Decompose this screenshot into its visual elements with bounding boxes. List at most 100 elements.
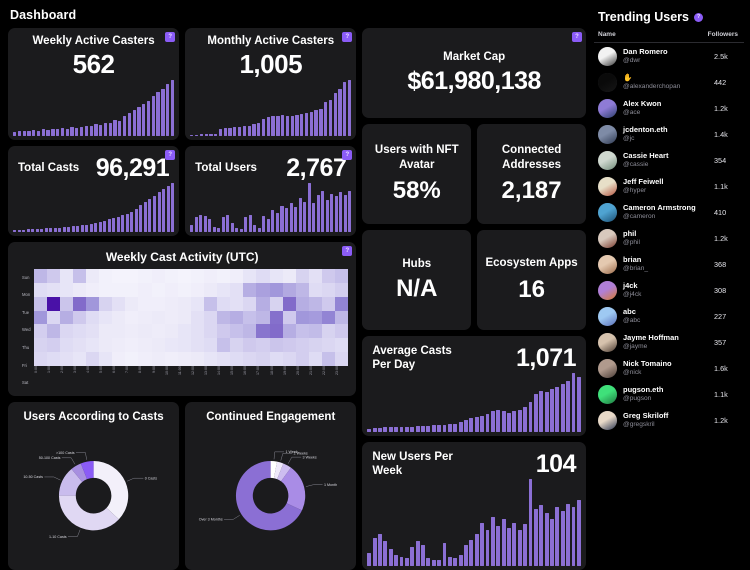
bar bbox=[539, 505, 544, 566]
card-ecosystem-apps[interactable]: Ecosystem Apps 16 bbox=[477, 230, 586, 330]
bar bbox=[480, 415, 485, 432]
avatar[interactable] bbox=[598, 332, 617, 352]
avatar-image bbox=[598, 410, 617, 430]
bar bbox=[490, 411, 495, 432]
help-icon[interactable]: ? bbox=[165, 32, 176, 42]
sidebar-header: Trending Users ? bbox=[594, 8, 744, 31]
heatmap-cell bbox=[295, 269, 309, 283]
bar bbox=[343, 82, 347, 136]
bar bbox=[372, 537, 377, 566]
bar bbox=[576, 499, 581, 566]
bar bbox=[437, 425, 442, 432]
card-monthly-active-casters[interactable]: ? Monthly Active Casters 1,005 bbox=[185, 28, 357, 140]
bar bbox=[32, 129, 36, 136]
help-icon[interactable]: ? bbox=[342, 246, 353, 256]
card-market-cap[interactable]: ? Market Cap $61,980,138 bbox=[362, 28, 586, 118]
card-new-users-per-week[interactable]: New Users Per Week 104 bbox=[362, 442, 586, 570]
bar bbox=[507, 528, 511, 566]
avatar[interactable] bbox=[598, 306, 617, 326]
user-list-item[interactable]: j4ck @j4ck 308 bbox=[594, 277, 744, 303]
user-list-item[interactable]: Greg Skriloff @gregskril 1.2k bbox=[594, 407, 744, 433]
card-weekly-cast-activity[interactable]: ? Weekly Cast Activity (UTC) Sun Mon Tue We… bbox=[8, 242, 357, 396]
card-label: Total Casts bbox=[18, 161, 80, 174]
user-list-item[interactable]: Cassie Heart @cassie 354 bbox=[594, 147, 744, 173]
bar bbox=[550, 389, 554, 432]
help-icon[interactable]: ? bbox=[572, 32, 582, 42]
avatar[interactable] bbox=[598, 280, 617, 300]
avatar-image bbox=[598, 228, 617, 248]
bar bbox=[367, 429, 372, 432]
bar bbox=[372, 427, 377, 432]
user-list-item[interactable]: Jayme Hoffman @jayme 357 bbox=[594, 329, 744, 355]
card-weekly-active-casters[interactable]: ? Weekly Active Casters 562 bbox=[8, 28, 180, 140]
user-name: j4ck bbox=[623, 281, 638, 291]
user-list-item[interactable]: Dan Romero @dwr 2.5k bbox=[594, 43, 744, 69]
bar bbox=[485, 530, 490, 566]
user-list-item[interactable]: abc @abc 227 bbox=[594, 303, 744, 329]
user-list-item[interactable]: ✋ @alexanderchopan 442 bbox=[594, 69, 744, 95]
user-list-item[interactable]: Alex Kwon @ace 1.2k bbox=[594, 95, 744, 121]
user-list-item[interactable]: jcdenton.eth @jc 1.4k bbox=[594, 121, 744, 147]
heatmap-day-label: Wed bbox=[22, 327, 31, 333]
user-list-item[interactable]: Nick Tomaino @nick 1.6k bbox=[594, 355, 744, 381]
bar bbox=[146, 100, 151, 136]
heatmap-cell bbox=[164, 296, 178, 311]
heatmap-row bbox=[33, 310, 349, 325]
heatmap-cell bbox=[243, 269, 257, 283]
help-icon[interactable]: ? bbox=[165, 150, 176, 160]
avatar[interactable] bbox=[598, 228, 617, 248]
trending-users-sidebar: Trending Users ? Name Followers Dan Rome… bbox=[592, 0, 750, 570]
user-list-item[interactable]: Jeff Feiwell @hyper 1.1k bbox=[594, 173, 744, 199]
donut-chart-casts: 0 Casts 1-10 Casts 10-50 Casts 50-100 Casts… bbox=[14, 424, 173, 564]
heatmap-cell bbox=[125, 324, 139, 339]
heatmap-cell bbox=[99, 310, 113, 325]
donut-leader-line bbox=[224, 515, 241, 520]
card-users-with-nft-avatar[interactable]: Users with NFT Avatar 58% bbox=[362, 124, 472, 224]
avatar-image bbox=[598, 306, 617, 326]
heatmap-hour-label: 18:00 bbox=[269, 366, 274, 375]
avatar[interactable] bbox=[598, 410, 617, 430]
heatmap-cell bbox=[164, 310, 178, 325]
card-users-according-to-casts[interactable]: Users According to Casts 0 Casts 1-10 Cas… bbox=[8, 402, 180, 570]
card-total-users[interactable]: ? Total Users 2,767 bbox=[185, 146, 357, 236]
bar bbox=[523, 524, 528, 566]
bar bbox=[566, 381, 571, 432]
donut-slice-label: 3 Weeks bbox=[303, 456, 317, 460]
card-hubs[interactable]: Hubs N/A bbox=[362, 230, 472, 330]
card-connected-addresses[interactable]: Connected Addresses 2,187 bbox=[477, 124, 586, 224]
help-icon[interactable]: ? bbox=[342, 150, 353, 160]
bar bbox=[517, 410, 522, 432]
user-meta: Cassie Heart @cassie bbox=[623, 151, 708, 169]
bar bbox=[576, 377, 581, 432]
avatar[interactable] bbox=[598, 254, 617, 274]
bar bbox=[157, 192, 161, 232]
help-icon[interactable]: ? bbox=[342, 32, 353, 42]
card-continued-engagement[interactable]: Continued Engagement 1 Week 2 Weeks 3 Week… bbox=[185, 402, 357, 570]
help-icon[interactable]: ? bbox=[694, 12, 703, 22]
heatmap-hour-label: 6:00 bbox=[112, 366, 117, 373]
avatar[interactable] bbox=[598, 124, 617, 144]
avatar[interactable] bbox=[598, 98, 617, 118]
avatar[interactable] bbox=[598, 46, 617, 66]
avatar[interactable] bbox=[598, 150, 617, 170]
bar bbox=[314, 110, 318, 136]
heatmap-cell bbox=[295, 338, 309, 353]
bar bbox=[415, 541, 420, 566]
avatar[interactable] bbox=[598, 176, 617, 196]
avatar[interactable] bbox=[598, 358, 617, 378]
avatar[interactable] bbox=[598, 384, 617, 404]
avatar[interactable] bbox=[598, 202, 617, 222]
user-name: brian bbox=[623, 255, 642, 265]
avatar[interactable] bbox=[598, 72, 617, 92]
user-list-item[interactable]: brian @brian_ 368 bbox=[594, 251, 744, 277]
page-title: Dashboard bbox=[10, 8, 77, 22]
user-list-item[interactable]: pugson.eth @pugson 1.1k bbox=[594, 381, 744, 407]
heatmap-cell bbox=[138, 324, 152, 339]
user-list-item[interactable]: phil @phil 1.2k bbox=[594, 225, 744, 251]
card-total-casts[interactable]: ? Total Casts 96,291 bbox=[8, 146, 180, 236]
card-average-casts-per-day[interactable]: Average Casts Per Day 1,071 bbox=[362, 336, 586, 436]
bar bbox=[204, 134, 208, 136]
user-list-item[interactable]: Cameron Armstrong @cameron 410 bbox=[594, 199, 744, 225]
heatmap-cell bbox=[295, 352, 309, 367]
bar bbox=[496, 526, 501, 566]
